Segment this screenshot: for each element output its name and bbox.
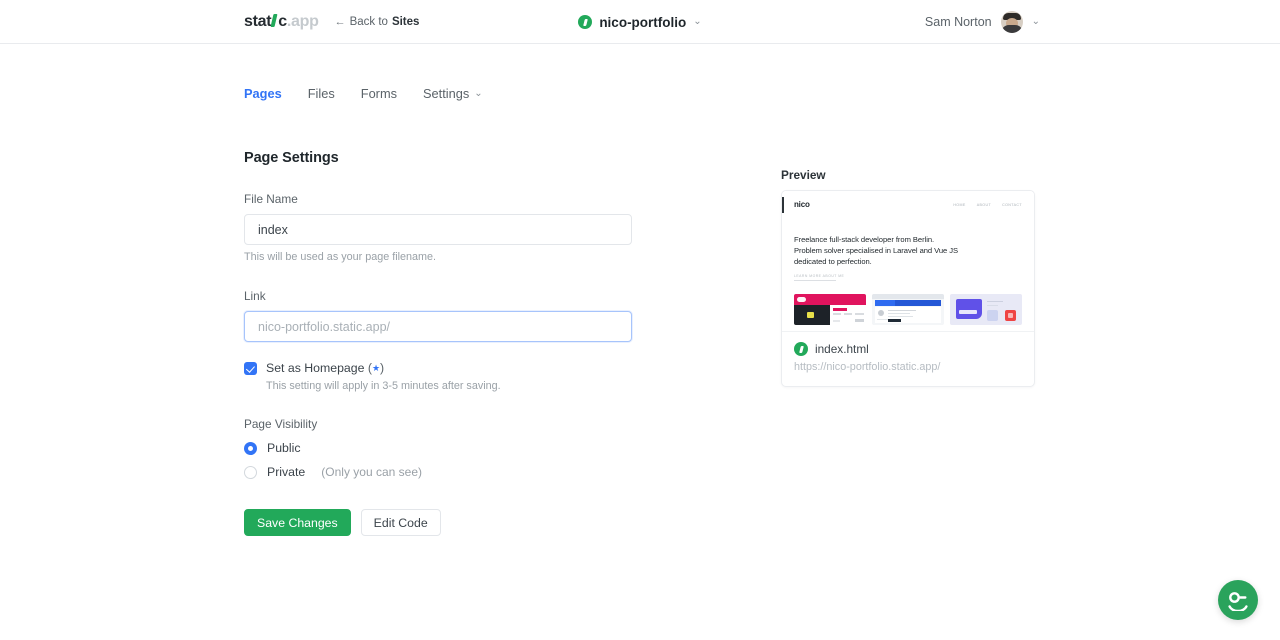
thumbnail-headline-line1: Freelance full-stack developer from Berl…	[794, 235, 935, 244]
thumbnail-site-header: nico home about contact	[794, 200, 1022, 209]
thumbnail-site-nav: home about contact	[953, 203, 1022, 207]
file-name-field: File Name This will be used as your page…	[244, 192, 632, 263]
thumbnail-site-logo: nico	[794, 200, 810, 209]
preview-file-row: index.html	[794, 342, 1022, 356]
preview-thumbnail: nico home about contact Freelance full-s…	[782, 191, 1034, 331]
file-name-label: File Name	[244, 192, 298, 206]
star-icon: ★	[371, 363, 381, 373]
thumbnail-headline-line2: Problem solver specialised in Laravel an…	[794, 246, 959, 255]
project-card-pink	[794, 294, 866, 325]
private-note: (Only you can see)	[321, 465, 422, 479]
thumbnail-cta-text: LEARN MORE ABOUT ME	[794, 274, 845, 278]
page-settings-form: Page Settings File Name This will be use…	[244, 150, 632, 536]
set-as-homepage-help: This setting will apply in 3-5 minutes a…	[266, 380, 501, 392]
preview-file-url: https://nico-portfolio.static.app/	[794, 361, 941, 373]
thumbnail-nav-about: about	[976, 202, 992, 207]
preview-title: Preview	[781, 168, 826, 182]
thumbnail-headline: Freelance full-stack developer from Berl…	[794, 234, 1022, 281]
public-radio[interactable]	[244, 441, 257, 455]
private-label: Private	[267, 465, 306, 479]
project-card-purple	[950, 294, 1022, 325]
save-changes-button[interactable]: Save Changes	[244, 509, 351, 536]
set-as-homepage-label: Set as Homepage (★)	[266, 361, 384, 375]
thumbnail-headline-line3: dedicated to perfection.	[794, 257, 872, 266]
edit-code-button[interactable]: Edit Code	[360, 509, 441, 536]
project-card-blue	[872, 294, 944, 325]
thumbnail-accent-bar	[782, 197, 784, 213]
form-actions: Save Changes Edit Code	[244, 509, 632, 536]
preview-card[interactable]: nico home about contact Freelance full-s…	[781, 190, 1035, 387]
chat-support-button[interactable]	[1218, 580, 1258, 620]
set-as-homepage-checkbox[interactable]	[244, 362, 257, 375]
set-as-homepage-text: Set as Homepage	[266, 361, 365, 375]
radio-option-private[interactable]: Private (Only you can see)	[244, 465, 632, 479]
link-input[interactable]	[244, 311, 632, 342]
thumbnail-project-cards	[794, 294, 1034, 325]
page-title: Page Settings	[244, 150, 339, 166]
thumbnail-nav-contact: contact	[1002, 202, 1022, 207]
file-name-input[interactable]	[244, 214, 632, 245]
main-content: Page Settings File Name This will be use…	[0, 0, 1280, 640]
preview-panel: Preview nico home about contact Freelanc…	[781, 168, 1035, 387]
link-label: Link	[244, 289, 266, 303]
link-field: Link	[244, 289, 632, 342]
preview-footer: index.html https://nico-portfolio.static…	[782, 331, 1034, 386]
static-app-badge-icon	[794, 342, 808, 356]
thumbnail-nav-home: home	[953, 202, 966, 207]
preview-file-name: index.html	[815, 342, 869, 356]
homepage-close-paren: )	[380, 361, 385, 375]
set-as-homepage-row[interactable]: Set as Homepage (★)	[244, 361, 632, 375]
private-radio[interactable]	[244, 465, 257, 479]
file-name-help: This will be used as your page filename.	[244, 251, 437, 263]
chat-support-icon	[1228, 592, 1248, 611]
radio-option-public[interactable]: Public	[244, 441, 632, 455]
public-label: Public	[267, 441, 301, 455]
thumbnail-cta-underline	[794, 280, 836, 281]
page-visibility-label: Page Visibility	[244, 417, 318, 431]
